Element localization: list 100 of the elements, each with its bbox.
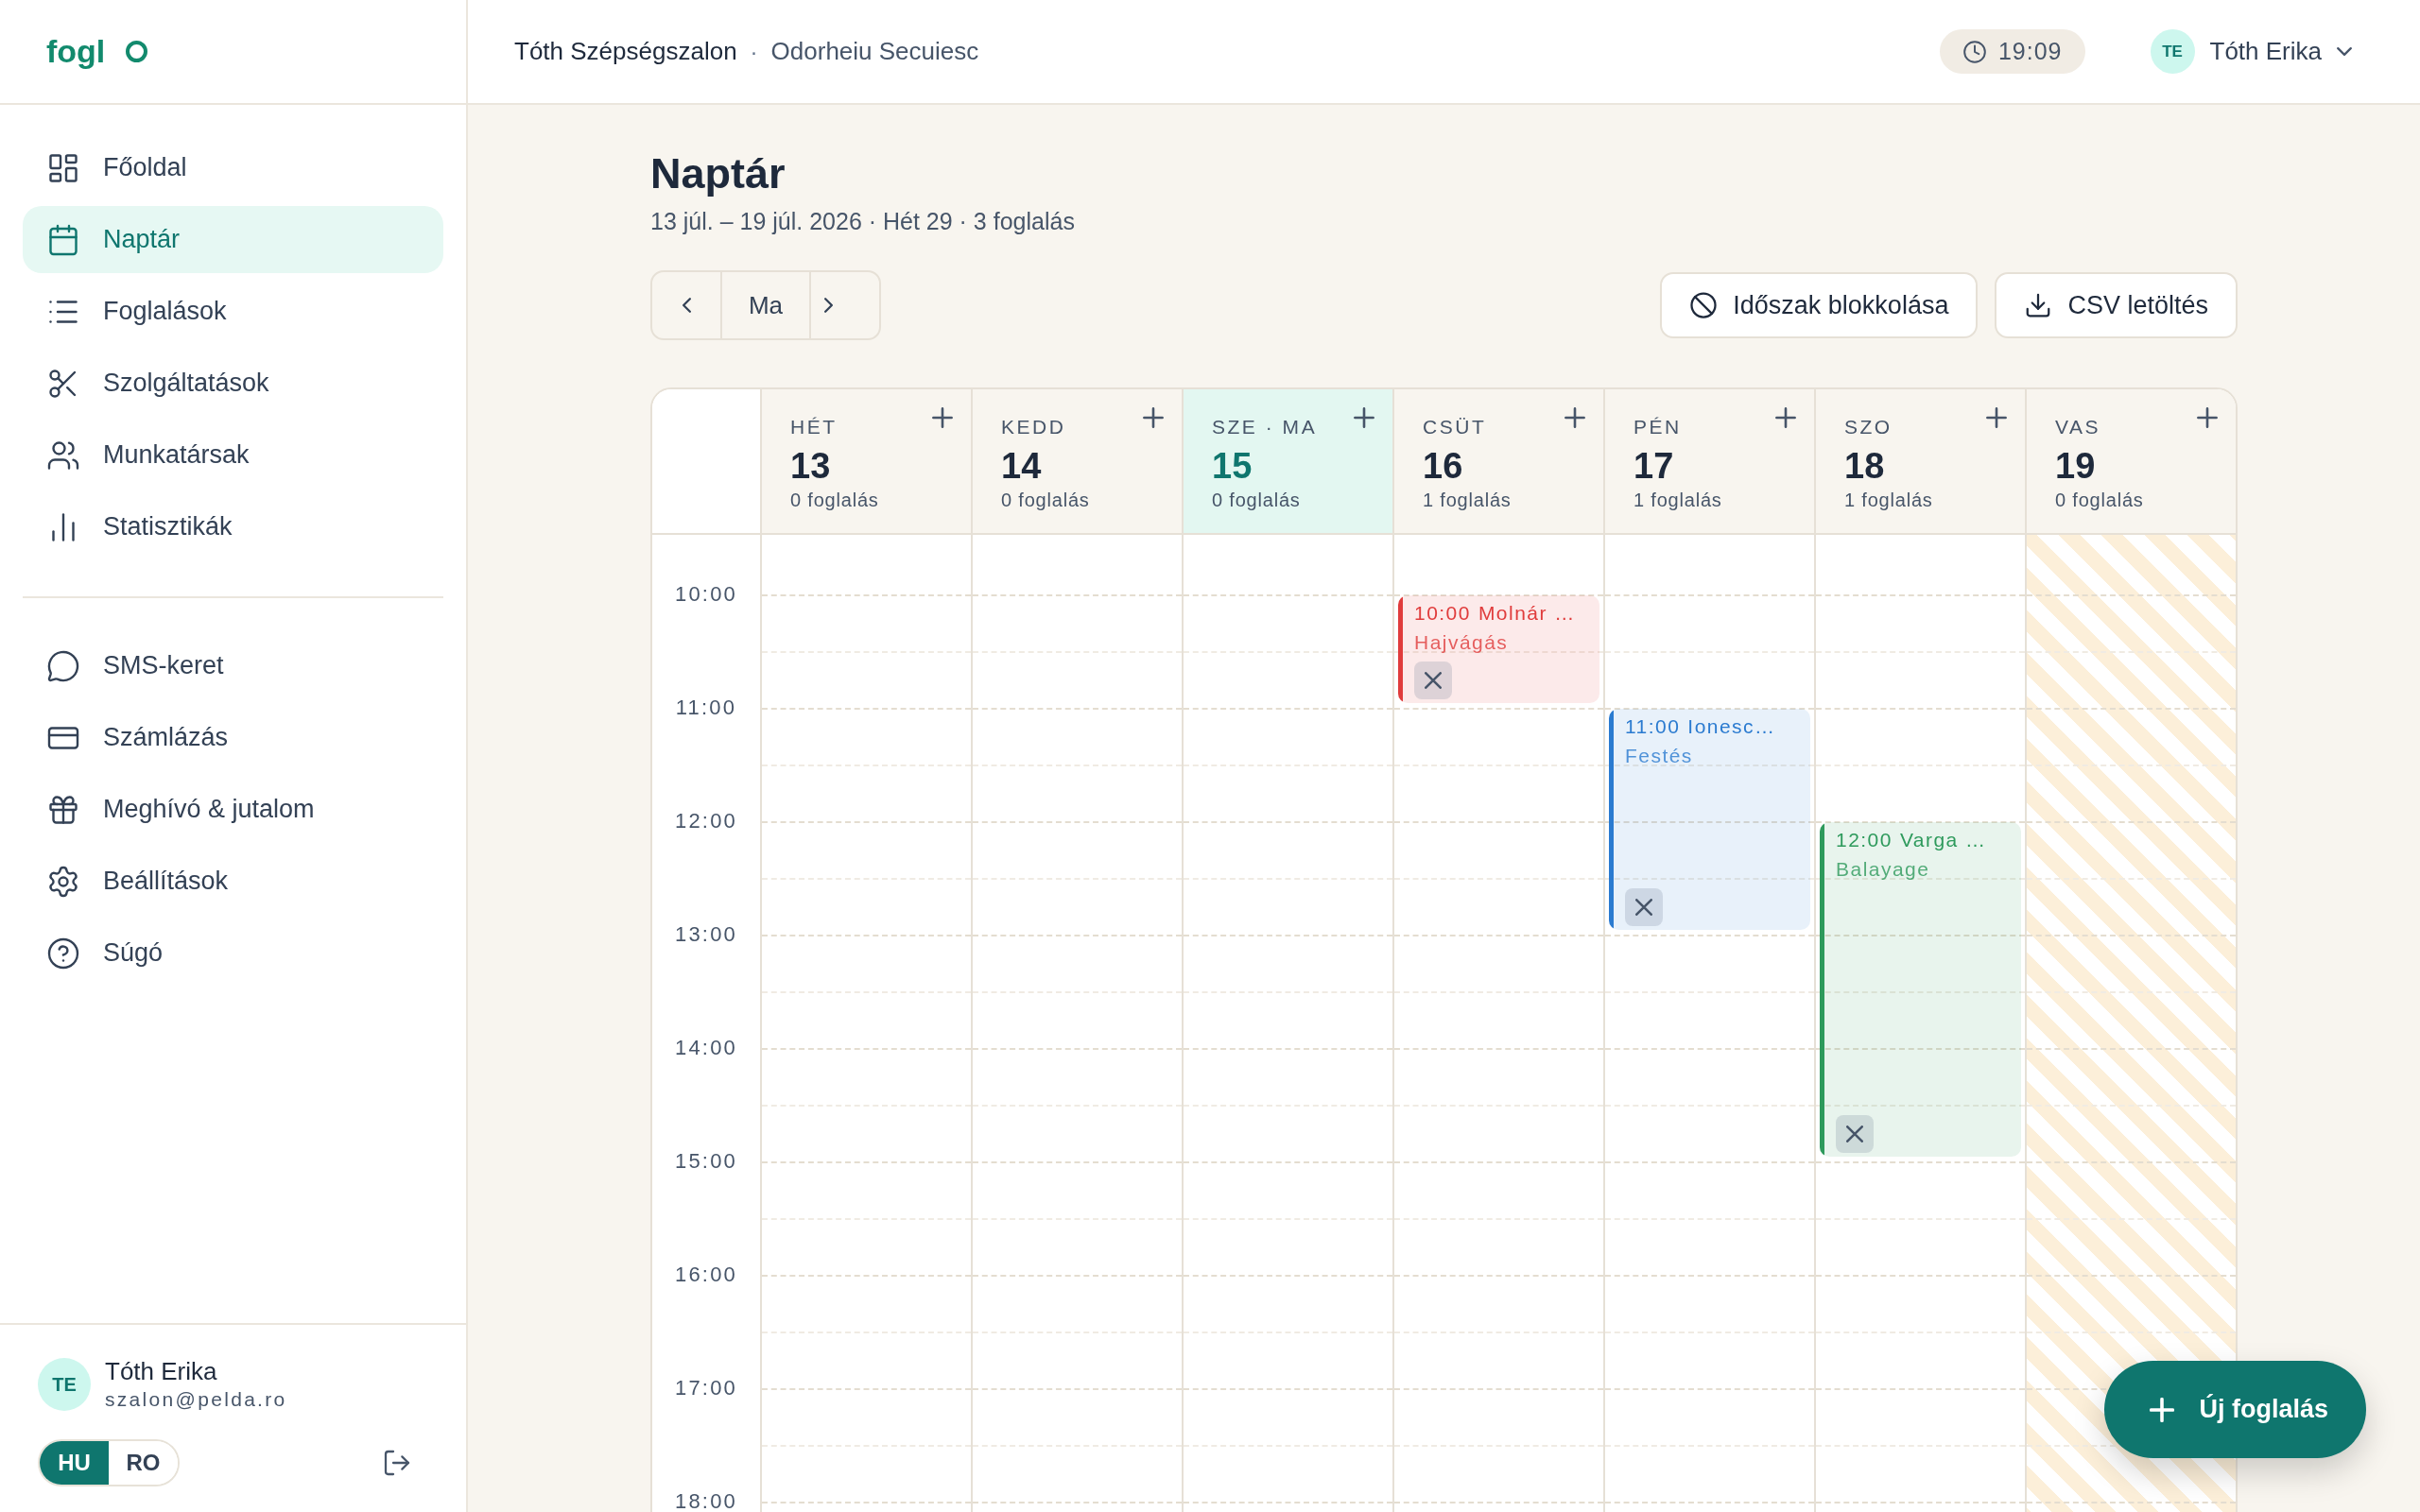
add-booking-button[interactable] — [1564, 406, 1586, 429]
close-icon — [1635, 899, 1652, 916]
nav-item[interactable]: SMS-keret — [23, 632, 443, 699]
account-name: Tóth Erika — [105, 1356, 218, 1386]
nav-item[interactable]: Beállítások — [23, 848, 443, 915]
plus-icon — [932, 407, 953, 428]
cancel-booking-button[interactable] — [1414, 662, 1452, 699]
chevron-left-icon — [682, 298, 691, 313]
cancel-booking-button[interactable] — [1625, 888, 1663, 926]
close-icon — [1846, 1125, 1863, 1143]
chevron-down-icon — [2337, 47, 2352, 56]
booking-service: Festés — [1625, 744, 1694, 768]
language-option[interactable]: HU — [40, 1441, 109, 1485]
logout-button[interactable] — [382, 1448, 412, 1478]
hour-label: 18:00 — [674, 1490, 738, 1512]
add-booking-button[interactable] — [1774, 406, 1797, 429]
block-period-button[interactable]: Időszak blokkolása — [1660, 272, 1979, 338]
plus-icon — [1354, 407, 1374, 428]
booking-time: 10:00 — [1414, 601, 1471, 626]
today-button[interactable]: Ma — [720, 272, 811, 338]
add-booking-button[interactable] — [931, 406, 954, 429]
day-date: 18 — [1844, 445, 1886, 487]
hour-label: 14:00 — [674, 1037, 738, 1059]
help-icon — [46, 936, 80, 971]
booking-time: 11:00 — [1625, 714, 1681, 739]
day-date: 13 — [790, 445, 832, 487]
booking-count: 0 foglalás — [1212, 489, 1302, 511]
logout-icon — [382, 1448, 412, 1478]
logo[interactable]: fogl — [46, 27, 106, 76]
booking-count: 0 foglalás — [790, 489, 879, 511]
nav-item[interactable]: Statisztikák — [23, 493, 443, 560]
chevron-right-icon — [824, 298, 833, 313]
add-booking-button[interactable] — [1985, 406, 2008, 429]
hour-label: 10:00 — [674, 583, 738, 606]
user-menu[interactable]: TE Tóth Erika — [2150, 29, 2352, 74]
close-icon — [1425, 672, 1442, 689]
plus-icon — [2150, 1397, 2175, 1422]
day-label: CSÜT — [1423, 415, 1488, 439]
booking-count: 1 foglalás — [1634, 489, 1722, 511]
plus-icon — [1775, 407, 1796, 428]
ban-icon — [1689, 291, 1719, 319]
booking-count: 1 foglalás — [1844, 489, 1933, 511]
add-booking-button[interactable] — [2196, 406, 2219, 429]
avatar: TE — [2150, 29, 2195, 74]
plus-icon — [2197, 407, 2218, 428]
clock-icon — [1962, 39, 1987, 64]
day-date: 19 — [2055, 445, 2097, 487]
hour-label: 16:00 — [674, 1263, 738, 1286]
hour-label: 13:00 — [674, 923, 738, 946]
nav-item[interactable]: Meghívó & jutalom — [23, 776, 443, 843]
day-label: SZE · MA — [1212, 415, 1318, 439]
csv-download-button[interactable]: CSV letöltés — [1995, 272, 2238, 338]
day-label: HÉT — [790, 415, 838, 439]
day-label: KEDD — [1001, 415, 1067, 439]
account-email: szalon@pelda.ro — [105, 1387, 287, 1412]
current-time: 19:09 — [1997, 36, 2063, 66]
plus-icon — [1143, 407, 1164, 428]
nav-item[interactable]: Munkatársak — [23, 421, 443, 489]
nav-item[interactable]: Súgó — [23, 919, 443, 987]
client-name: Molnár … — [1478, 601, 1576, 626]
booking-count: 0 foglalás — [1001, 489, 1090, 511]
chat-bubble-icon — [46, 648, 80, 683]
new-booking-button[interactable]: Új foglalás — [2104, 1361, 2366, 1458]
client-name: Ionesc… — [1687, 714, 1776, 739]
booking-time: 12:00 — [1836, 828, 1893, 852]
plus-icon — [1986, 407, 2007, 428]
booking-count: 1 foglalás — [1423, 489, 1512, 511]
cancel-booking-button[interactable] — [1836, 1115, 1874, 1153]
add-booking-button[interactable] — [1353, 406, 1375, 429]
plus-icon — [1564, 407, 1585, 428]
page-subtitle: 13 júl. – 19 júl. 2026 · Hét 29 · 3 foglalás — [650, 207, 1076, 235]
booking-card[interactable]: 10:00 Molnár … Hajvágás — [1398, 595, 1599, 703]
salon-name: Tóth Szépségszalon — [514, 36, 737, 67]
add-booking-button[interactable] — [1142, 406, 1165, 429]
day-date: 16 — [1423, 445, 1464, 487]
booking-service: Balayage — [1836, 857, 1931, 882]
hour-label: 17:00 — [674, 1377, 738, 1400]
location-name: Odorheiu Secuiesc — [770, 36, 979, 67]
hour-label: 12:00 — [674, 810, 738, 833]
booking-card[interactable]: 11:00 Ionesc… Festés — [1609, 709, 1810, 930]
booking-count: 0 foglalás — [2055, 489, 2144, 511]
hour-label: 11:00 — [675, 696, 737, 719]
settings-icon — [46, 864, 80, 899]
day-label: VAS — [2055, 415, 2102, 439]
hour-label: 15:00 — [674, 1150, 738, 1173]
nav-item[interactable]: Naptár — [23, 206, 443, 273]
client-name: Varga … — [1899, 828, 1987, 852]
nav-item[interactable]: Számlázás — [23, 704, 443, 771]
page-title: Naptár — [650, 148, 786, 199]
day-date: 15 — [1212, 445, 1253, 487]
booking-service: Hajvágás — [1414, 630, 1510, 655]
day-label: SZO — [1844, 415, 1893, 439]
day-date: 17 — [1634, 445, 1675, 487]
calendar-icon — [46, 222, 80, 257]
nav-item[interactable]: Főoldal — [23, 134, 443, 201]
day-label: PÉN — [1634, 415, 1683, 439]
nav-item[interactable]: Szolgáltatások — [23, 350, 443, 417]
day-date: 14 — [1001, 445, 1043, 487]
ring-icon — [126, 41, 148, 62]
nav-item[interactable]: Foglalások — [23, 278, 443, 345]
